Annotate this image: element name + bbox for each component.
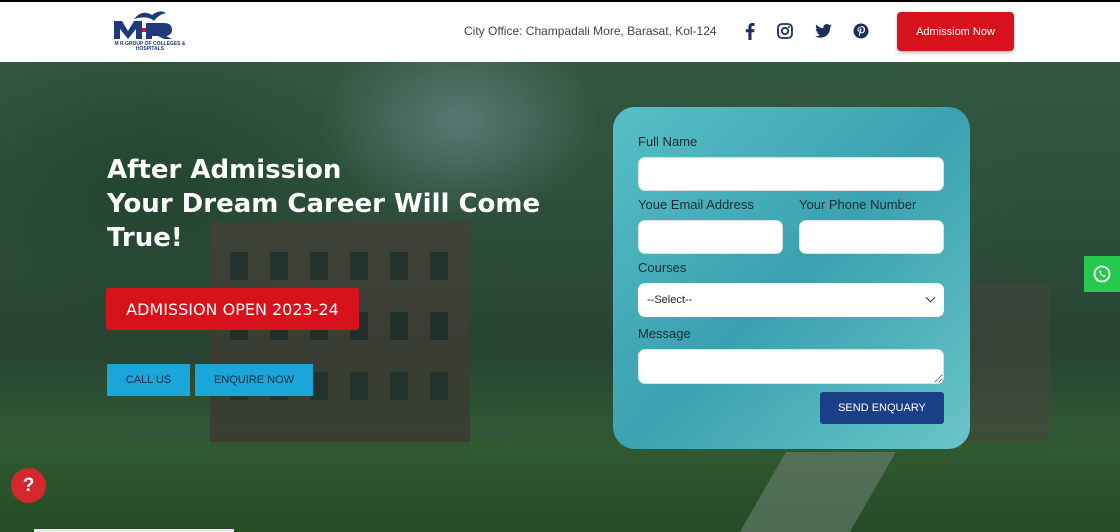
twitter-icon[interactable]	[811, 19, 835, 43]
logo-text: M R GROUP OF COLLEGES & HOSPITALS	[114, 41, 186, 52]
site-logo[interactable]: M R GROUP OF COLLEGES & HOSPITALS	[112, 9, 188, 55]
city-office-address: City Office: Champadali More, Barasat, K…	[464, 24, 717, 38]
enquire-now-button[interactable]: ENQUIRE NOW	[195, 364, 313, 396]
message-textarea[interactable]	[638, 349, 944, 384]
logo-mark-icon	[114, 11, 172, 39]
courses-label: Courses	[638, 260, 687, 275]
headline-line-2: Your Dream Career Will Come	[107, 189, 541, 219]
phone-input[interactable]	[799, 220, 944, 254]
admission-now-button[interactable]: Admissiom Now	[897, 12, 1014, 51]
email-label: Youe Email Address	[638, 197, 754, 212]
send-enquiry-button[interactable]: SEND ENQUARY	[820, 392, 944, 424]
pinterest-icon[interactable]	[849, 19, 873, 43]
call-us-button[interactable]: CALL US	[107, 364, 190, 396]
whatsapp-icon[interactable]	[1084, 256, 1120, 292]
site-header: M R GROUP OF COLLEGES & HOSPITALS City O…	[0, 2, 1120, 62]
full-name-label: Full Name	[638, 134, 698, 149]
chevron-down-icon	[925, 292, 936, 303]
courses-selected-value: --Select--	[647, 294, 693, 306]
phone-label: Your Phone Number	[799, 197, 917, 212]
courses-select[interactable]: --Select--	[638, 283, 944, 317]
message-label: Message	[638, 326, 691, 341]
hero-headline: After Admission Your Dream Career Will C…	[107, 153, 567, 255]
headline-line-3: True!	[107, 223, 183, 253]
instagram-icon[interactable]	[773, 19, 797, 43]
hero-section: After Admission Your Dream Career Will C…	[0, 62, 1120, 532]
help-icon[interactable]: ?	[11, 468, 46, 503]
email-input[interactable]	[638, 220, 783, 254]
headline-line-1: After Admission	[107, 155, 342, 185]
full-name-input[interactable]	[638, 157, 944, 191]
facebook-icon[interactable]	[738, 19, 762, 43]
enquiry-form: Full Name Youe Email Address Your Phone …	[613, 107, 970, 449]
admission-open-badge[interactable]: ADMISSION OPEN 2023-24	[106, 288, 359, 330]
